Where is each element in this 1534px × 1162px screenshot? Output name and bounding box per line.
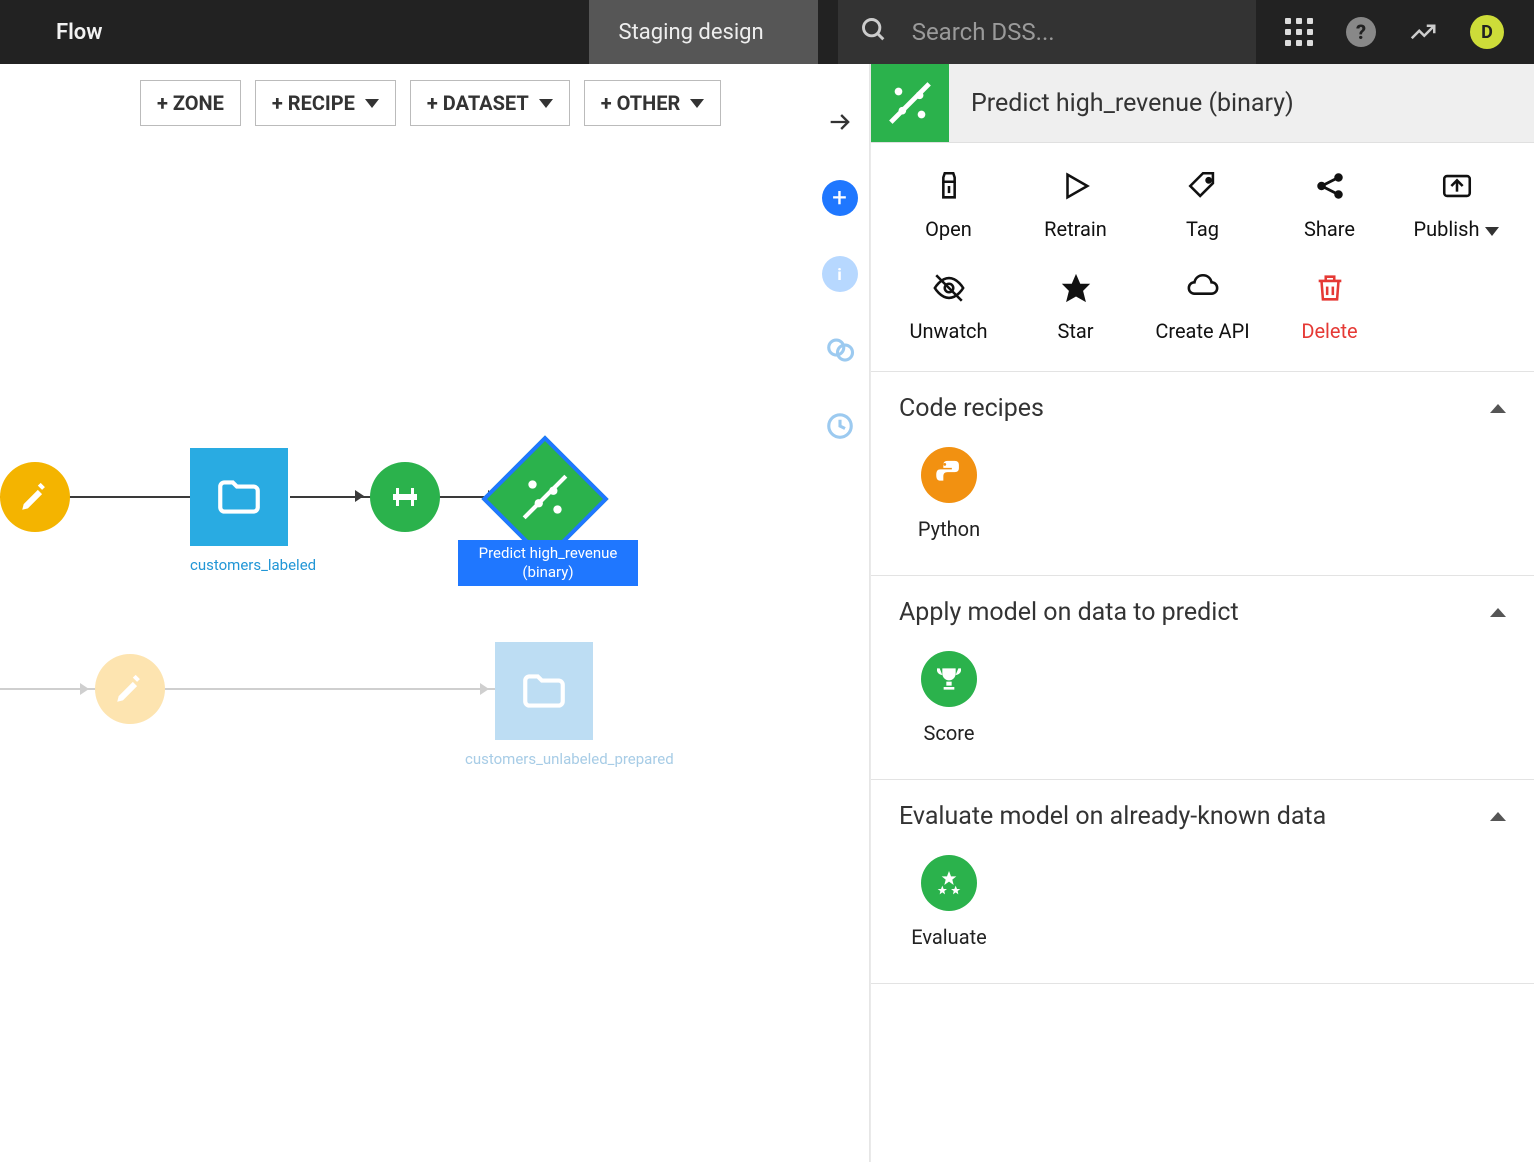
search-input[interactable] [912, 18, 1234, 46]
dataset-unlabeled-node[interactable]: customers_unlabeled_prepared [495, 642, 625, 768]
prepare-recipe-node-faded[interactable] [95, 654, 165, 724]
python-icon [921, 447, 977, 503]
panel-header: Predict high_revenue (binary) [871, 64, 1534, 143]
model-node-label: Predict high_revenue (binary) [458, 540, 638, 586]
tab-flow[interactable]: Flow [0, 0, 159, 64]
train-recipe-node[interactable] [370, 462, 440, 532]
search-icon [860, 16, 888, 48]
dataset-labeled-label: customers_labeled [190, 556, 288, 574]
publish-button[interactable]: Publish [1393, 169, 1520, 241]
dataset-unlabeled-label: customers_unlabeled_prepared [465, 750, 625, 768]
tag-button[interactable]: Tag [1139, 169, 1266, 241]
help-icon[interactable]: ? [1346, 17, 1376, 47]
collapse-panel-icon[interactable] [822, 104, 858, 140]
trophy-icon [921, 651, 977, 707]
rail-history-icon[interactable] [822, 408, 858, 444]
create-api-button[interactable]: Create API [1139, 271, 1266, 343]
rail-add-icon[interactable]: + [822, 180, 858, 216]
flow-canvas[interactable]: customers_labeled Predict high_revenue (… [0, 64, 810, 1162]
global-search[interactable] [838, 0, 1256, 64]
unwatch-button[interactable]: Unwatch [885, 271, 1012, 343]
panel-title: Predict high_revenue (binary) [949, 89, 1294, 118]
delete-button[interactable]: Delete [1266, 271, 1393, 343]
recipe-python[interactable]: Python [899, 447, 999, 541]
trend-icon[interactable] [1408, 17, 1438, 47]
recipe-evaluate[interactable]: Evaluate [899, 855, 999, 949]
dataset-labeled-node[interactable]: customers_labeled [190, 448, 288, 574]
apps-icon[interactable] [1284, 17, 1314, 47]
top-right-icons: ? D [1256, 0, 1534, 64]
model-icon [871, 64, 949, 142]
panel-actions: Open Retrain Tag Share Publish Unwatch S… [871, 143, 1534, 372]
share-button[interactable]: Share [1266, 169, 1393, 241]
chevron-down-icon [1485, 227, 1499, 236]
section-code-recipes-header[interactable]: Code recipes [899, 394, 1506, 423]
rail-info-icon[interactable]: i [822, 256, 858, 292]
chevron-up-icon [1490, 608, 1506, 617]
open-button[interactable]: Open [885, 169, 1012, 241]
section-code-recipes: Code recipes Python [871, 372, 1534, 576]
tab-staging-design[interactable]: Staging design [589, 0, 818, 64]
user-avatar[interactable]: D [1470, 15, 1504, 49]
side-rail: + i [810, 64, 870, 1162]
stars-icon [921, 855, 977, 911]
rail-discussion-icon[interactable] [822, 332, 858, 368]
chevron-up-icon [1490, 812, 1506, 821]
section-evaluate-model: Evaluate model on already-known data Eva… [871, 780, 1534, 984]
section-apply-model-header[interactable]: Apply model on data to predict [899, 598, 1506, 627]
details-panel: Predict high_revenue (binary) Open Retra… [870, 64, 1534, 1162]
section-apply-model: Apply model on data to predict Score [871, 576, 1534, 780]
recipe-score[interactable]: Score [899, 651, 999, 745]
star-button[interactable]: Star [1012, 271, 1139, 343]
top-bar: Flow Staging design ? D [0, 0, 1534, 64]
section-evaluate-model-header[interactable]: Evaluate model on already-known data [899, 802, 1506, 831]
chevron-up-icon [1490, 404, 1506, 413]
prepare-recipe-node[interactable] [0, 462, 70, 532]
retrain-button[interactable]: Retrain [1012, 169, 1139, 241]
